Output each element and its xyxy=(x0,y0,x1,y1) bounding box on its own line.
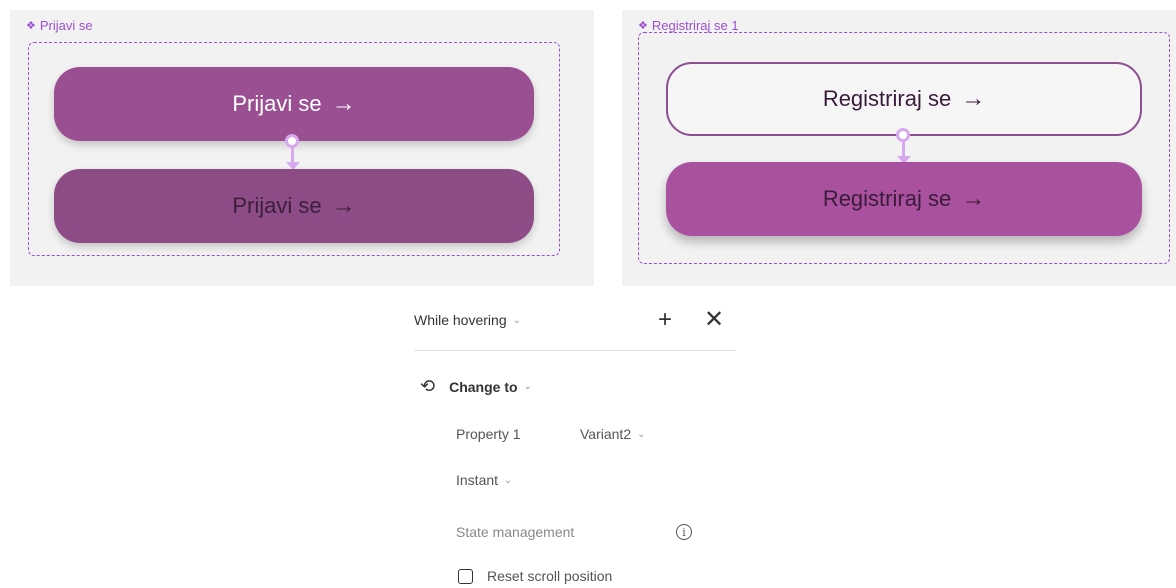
animation-value: Instant xyxy=(456,472,499,488)
component-icon: ❖ xyxy=(638,20,648,32)
variant-value: Variant2 xyxy=(580,426,632,442)
swap-icon: ⟲ xyxy=(420,376,436,396)
variant-dropdown[interactable]: Variant2 ⌄ xyxy=(580,426,646,442)
action-dropdown[interactable]: ⟲ Change to ⌄ xyxy=(420,376,532,397)
state-management-label: State management xyxy=(456,524,574,540)
remove-interaction-button[interactable]: ✕ xyxy=(704,308,724,332)
state-management-info[interactable]: i xyxy=(676,524,692,540)
reset-scroll-label: Reset scroll position xyxy=(487,568,613,584)
component-label-registriraj[interactable]: ❖ Registriraj se 1 xyxy=(638,18,739,33)
prototype-connector-node[interactable] xyxy=(896,128,910,142)
property-name: Property 1 xyxy=(456,426,521,442)
component-label-prijavi[interactable]: ❖ Prijavi se xyxy=(26,18,93,33)
property-label: Property 1 xyxy=(456,426,521,442)
info-icon: i xyxy=(676,524,692,540)
chevron-down-icon: ⌄ xyxy=(637,428,646,440)
state-management-text: State management xyxy=(456,524,575,540)
chevron-down-icon: ⌄ xyxy=(523,381,532,392)
prototype-connector-node[interactable] xyxy=(285,134,299,148)
component-label-text: Prijavi se xyxy=(39,18,93,33)
login-button-default[interactable]: Prijavi se → xyxy=(54,67,534,141)
add-action-button[interactable]: + xyxy=(658,308,672,332)
register-button-label: Registriraj se xyxy=(822,86,952,111)
divider xyxy=(414,350,736,351)
chevron-down-icon: ⌄ xyxy=(512,314,521,326)
register-button-label: Registriraj se xyxy=(822,186,952,211)
plus-icon: + xyxy=(658,306,673,333)
login-button-variant2[interactable]: Prijavi se → xyxy=(54,169,534,243)
login-button-label: Prijavi se xyxy=(232,193,322,218)
chevron-down-icon: ⌄ xyxy=(504,474,513,486)
component-label-text: Registriraj se 1 xyxy=(651,18,739,33)
animation-dropdown[interactable]: Instant ⌄ xyxy=(456,472,512,488)
reset-scroll-option[interactable]: Reset scroll position xyxy=(458,568,612,584)
action-label: Change to xyxy=(449,378,518,395)
arrow-right-icon: → xyxy=(961,185,986,212)
login-button-label: Prijavi se xyxy=(232,91,322,116)
arrow-right-icon: → xyxy=(331,192,356,219)
reset-scroll-checkbox[interactable] xyxy=(458,568,473,584)
arrow-right-icon: → xyxy=(331,90,356,117)
trigger-label: While hovering xyxy=(414,312,507,328)
canvas-frame-prijavi: ❖ Prijavi se Prijavi se → Prijavi se → xyxy=(10,10,594,286)
register-button-default[interactable]: Registriraj se → xyxy=(666,62,1142,136)
canvas-frame-registriraj: ❖ Registriraj se 1 Registriraj se → Regi… xyxy=(622,10,1176,286)
component-icon: ❖ xyxy=(26,20,36,32)
trigger-dropdown[interactable]: While hovering ⌄ xyxy=(414,312,521,328)
arrow-right-icon: → xyxy=(961,85,986,112)
register-button-hover[interactable]: Registriraj se → xyxy=(666,162,1142,236)
close-icon: ✕ xyxy=(704,306,725,333)
